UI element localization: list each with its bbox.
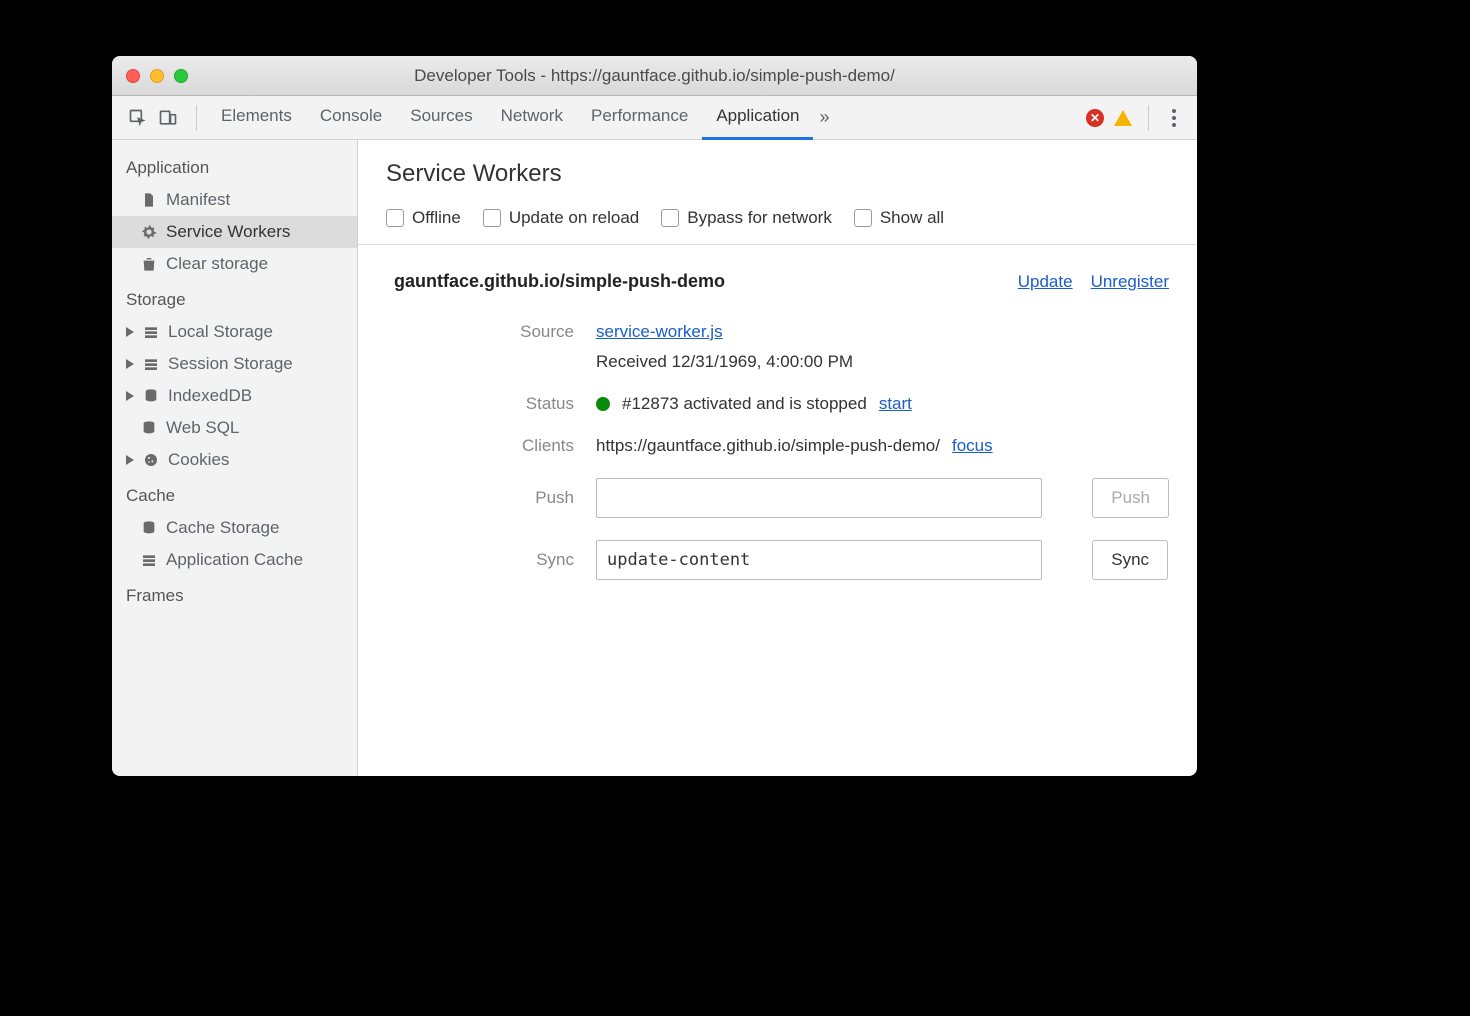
zoom-window-button[interactable]: [174, 69, 188, 83]
client-url: https://gauntface.github.io/simple-push-…: [596, 436, 940, 456]
cookie-icon: [142, 451, 160, 469]
sidebar-item-label: Local Storage: [168, 322, 273, 342]
sidebar-item-application-cache[interactable]: Application Cache: [112, 544, 357, 576]
database-icon: [142, 387, 160, 405]
sidebar-item-web-sql[interactable]: Web SQL: [112, 412, 357, 444]
inspect-element-icon[interactable]: [128, 108, 148, 128]
trash-icon: [140, 255, 158, 273]
panel-tabs: Elements Console Sources Network Perform…: [207, 96, 1082, 140]
settings-menu-button[interactable]: [1165, 109, 1183, 127]
sync-button[interactable]: Sync: [1092, 540, 1168, 580]
expand-icon: [126, 327, 134, 337]
panel-title: Service Workers: [386, 160, 1169, 188]
sidebar-item-service-workers[interactable]: Service Workers: [112, 216, 357, 248]
sidebar-item-label: Clear storage: [166, 254, 268, 274]
sidebar-heading-frames: Frames: [112, 576, 357, 612]
error-badge-icon[interactable]: ✕: [1086, 109, 1104, 127]
update-link[interactable]: Update: [1018, 272, 1073, 292]
tab-sources[interactable]: Sources: [396, 96, 486, 140]
gear-icon: [140, 223, 158, 241]
sidebar-item-cookies[interactable]: Cookies: [112, 444, 357, 476]
sync-label: Sync: [378, 550, 578, 570]
tab-application[interactable]: Application: [702, 96, 813, 140]
service-worker-scope: gauntface.github.io/simple-push-demo: [394, 271, 725, 292]
devtools-window: Developer Tools - https://gauntface.gith…: [112, 56, 1197, 776]
tab-elements[interactable]: Elements: [207, 96, 306, 140]
sidebar-heading-storage: Storage: [112, 280, 357, 316]
source-label: Source: [378, 322, 578, 342]
toolbar-separator: [1148, 105, 1149, 131]
status-label: Status: [378, 394, 578, 414]
offline-checkbox[interactable]: Offline: [386, 208, 461, 228]
sidebar-item-cache-storage[interactable]: Cache Storage: [112, 512, 357, 544]
expand-icon: [126, 391, 134, 401]
sidebar-item-clear-storage[interactable]: Clear storage: [112, 248, 357, 280]
table-icon: [142, 323, 160, 341]
checkbox-label: Offline: [412, 208, 461, 228]
sidebar-heading-cache: Cache: [112, 476, 357, 512]
checkbox-label: Show all: [880, 208, 944, 228]
source-received: Received 12/31/1969, 4:00:00 PM: [596, 352, 1169, 372]
tab-console[interactable]: Console: [306, 96, 396, 140]
sidebar-heading-application: Application: [112, 148, 357, 184]
checkbox-label: Bypass for network: [687, 208, 832, 228]
focus-link[interactable]: focus: [952, 436, 993, 456]
status-indicator-icon: [596, 397, 610, 411]
show-all-checkbox[interactable]: Show all: [854, 208, 944, 228]
sidebar-item-label: Application Cache: [166, 550, 303, 570]
traffic-lights: [112, 69, 188, 83]
titlebar: Developer Tools - https://gauntface.gith…: [112, 56, 1197, 96]
database-icon: [140, 519, 158, 537]
sidebar-item-indexeddb[interactable]: IndexedDB: [112, 380, 357, 412]
database-icon: [140, 419, 158, 437]
update-on-reload-checkbox[interactable]: Update on reload: [483, 208, 639, 228]
more-tabs-button[interactable]: »: [813, 107, 835, 128]
table-icon: [142, 355, 160, 373]
window-title: Developer Tools - https://gauntface.gith…: [112, 66, 1197, 86]
sidebar-item-label: Manifest: [166, 190, 230, 210]
sidebar-item-label: Web SQL: [166, 418, 239, 438]
service-worker-options: Offline Update on reload Bypass for netw…: [358, 200, 1197, 244]
push-input[interactable]: [596, 478, 1042, 518]
start-link[interactable]: start: [879, 394, 912, 414]
sidebar-item-label: Cache Storage: [166, 518, 279, 538]
sidebar-item-local-storage[interactable]: Local Storage: [112, 316, 357, 348]
push-label: Push: [378, 488, 578, 508]
clients-label: Clients: [378, 436, 578, 456]
sidebar-item-label: Cookies: [168, 450, 229, 470]
tab-network[interactable]: Network: [487, 96, 577, 140]
application-sidebar: Application Manifest Service Workers Cle…: [112, 140, 358, 776]
checkbox-label: Update on reload: [509, 208, 639, 228]
table-icon: [140, 551, 158, 569]
sync-input[interactable]: [596, 540, 1042, 580]
toggle-device-icon[interactable]: [158, 108, 178, 128]
sidebar-item-label: Session Storage: [168, 354, 293, 374]
tab-performance[interactable]: Performance: [577, 96, 702, 140]
warning-badge-icon[interactable]: [1114, 110, 1132, 126]
unregister-link[interactable]: Unregister: [1091, 272, 1169, 292]
main-panel: Service Workers Offline Update on reload…: [358, 140, 1197, 776]
expand-icon: [126, 359, 134, 369]
bypass-for-network-checkbox[interactable]: Bypass for network: [661, 208, 832, 228]
push-button[interactable]: Push: [1092, 478, 1169, 518]
status-text: #12873 activated and is stopped: [622, 394, 867, 414]
sidebar-item-label: Service Workers: [166, 222, 290, 242]
sidebar-item-session-storage[interactable]: Session Storage: [112, 348, 357, 380]
expand-icon: [126, 455, 134, 465]
devtools-toolbar: Elements Console Sources Network Perform…: [112, 96, 1197, 140]
toolbar-separator: [196, 105, 197, 131]
document-icon: [140, 191, 158, 209]
close-window-button[interactable]: [126, 69, 140, 83]
sidebar-item-label: IndexedDB: [168, 386, 252, 406]
source-link[interactable]: service-worker.js: [596, 322, 723, 342]
sidebar-item-manifest[interactable]: Manifest: [112, 184, 357, 216]
minimize-window-button[interactable]: [150, 69, 164, 83]
